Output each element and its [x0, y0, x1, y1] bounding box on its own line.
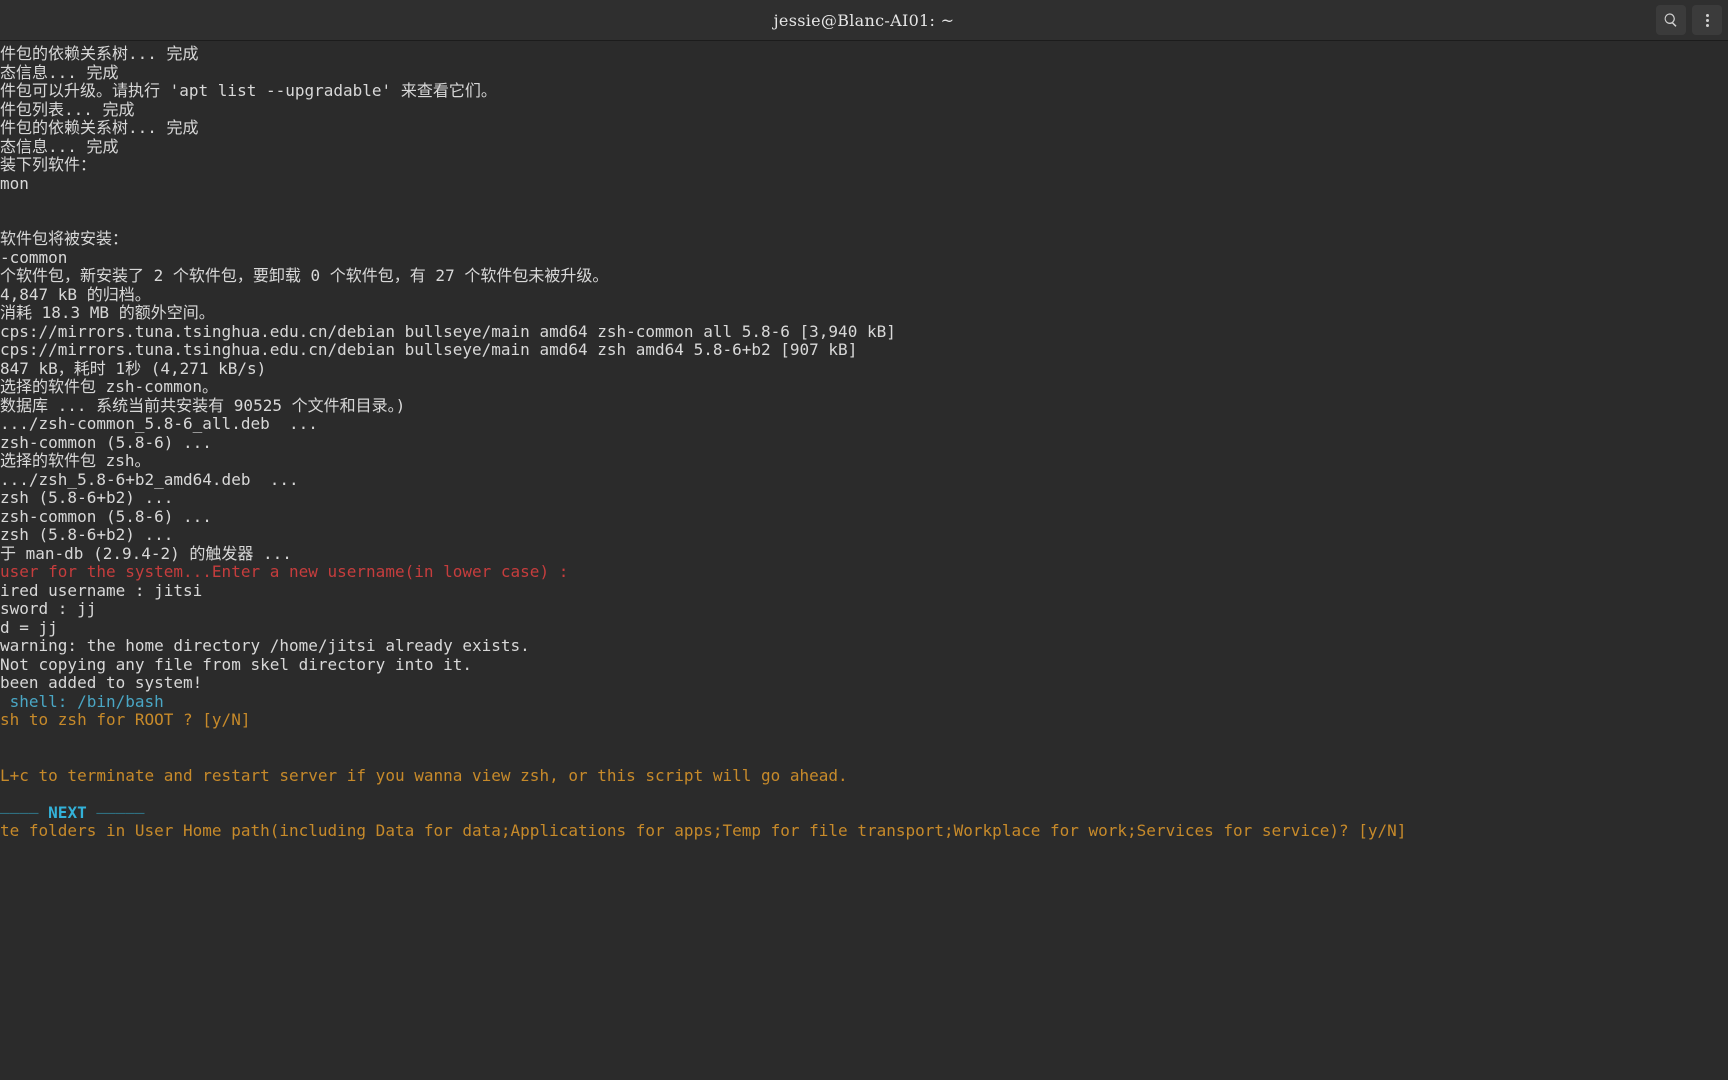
terminal-line — [0, 212, 1728, 231]
terminal-line: 件包列表... 完成 — [0, 101, 1728, 120]
terminal-line: 个软件包，新安装了 2 个软件包，要卸载 0 个软件包，有 27 个软件包未被升… — [0, 267, 1728, 286]
terminal-line — [0, 193, 1728, 212]
terminal-line: ired username : jitsi — [0, 582, 1728, 601]
terminal-line — [0, 785, 1728, 804]
terminal-line: sword : jj — [0, 600, 1728, 619]
terminal-line: 数据库 ... 系统当前共安装有 90525 个文件和目录。) — [0, 397, 1728, 416]
terminal-line: zsh (5.8-6+b2) ... — [0, 489, 1728, 508]
menu-icon[interactable] — [1692, 5, 1722, 35]
terminal-line: warning: the home directory /home/jitsi … — [0, 637, 1728, 656]
terminal-line: 847 kB，耗时 1秒 (4,271 kB/s) — [0, 360, 1728, 379]
terminal-line: zsh-common (5.8-6) ... — [0, 434, 1728, 453]
terminal-line: .../zsh-common_5.8-6_all.deb ... — [0, 415, 1728, 434]
terminal-line: 件包可以升级。请执行 'apt list --upgradable' 来查看它们… — [0, 82, 1728, 101]
terminal-line: zsh (5.8-6+b2) ... — [0, 526, 1728, 545]
terminal-line: 态信息... 完成 — [0, 64, 1728, 83]
terminal-line: cps://mirrors.tuna.tsinghua.edu.cn/debia… — [0, 323, 1728, 342]
titlebar-controls — [1656, 5, 1722, 35]
terminal-line: 选择的软件包 zsh。 — [0, 452, 1728, 471]
terminal-line: 于 man-db (2.9.4-2) 的触发器 ... — [0, 545, 1728, 564]
terminal-line: been added to system! — [0, 674, 1728, 693]
terminal-line: 态信息... 完成 — [0, 138, 1728, 157]
terminal-line: 装下列软件： — [0, 156, 1728, 175]
terminal-line: d = jj — [0, 619, 1728, 638]
terminal-line: user for the system...Enter a new userna… — [0, 563, 1728, 582]
terminal-line: zsh-common (5.8-6) ... — [0, 508, 1728, 527]
window-titlebar: jessie@Blanc-AI01: ~ — [0, 0, 1728, 41]
terminal-line: 选择的软件包 zsh-common。 — [0, 378, 1728, 397]
terminal-line: shell: /bin/bash — [0, 693, 1728, 712]
terminal-line: 消耗 18.3 MB 的额外空间。 — [0, 304, 1728, 323]
terminal-line — [0, 748, 1728, 767]
search-icon[interactable] — [1656, 5, 1686, 35]
terminal-output[interactable]: 件包的依赖关系树... 完成态信息... 完成件包可以升级。请执行 'apt l… — [0, 41, 1728, 841]
window-title: jessie@Blanc-AI01: ~ — [774, 11, 955, 30]
terminal-line: sh to zsh for ROOT ? [y/N] — [0, 711, 1728, 730]
terminal-line: 件包的依赖关系树... 完成 — [0, 45, 1728, 64]
terminal-line: Not copying any file from skel directory… — [0, 656, 1728, 675]
terminal-line: cps://mirrors.tuna.tsinghua.edu.cn/debia… — [0, 341, 1728, 360]
terminal-line: 件包的依赖关系树... 完成 — [0, 119, 1728, 138]
terminal-line: -common — [0, 249, 1728, 268]
terminal-line: te folders in User Home path(including D… — [0, 822, 1728, 841]
section-divider-next: ———— NEXT ————— — [0, 804, 1728, 823]
terminal-line: 软件包将被安装： — [0, 230, 1728, 249]
terminal-line: 4,847 kB 的归档。 — [0, 286, 1728, 305]
terminal-line: .../zsh_5.8-6+b2_amd64.deb ... — [0, 471, 1728, 490]
terminal-line — [0, 730, 1728, 749]
terminal-line: mon — [0, 175, 1728, 194]
terminal-line: L+c to terminate and restart server if y… — [0, 767, 1728, 786]
